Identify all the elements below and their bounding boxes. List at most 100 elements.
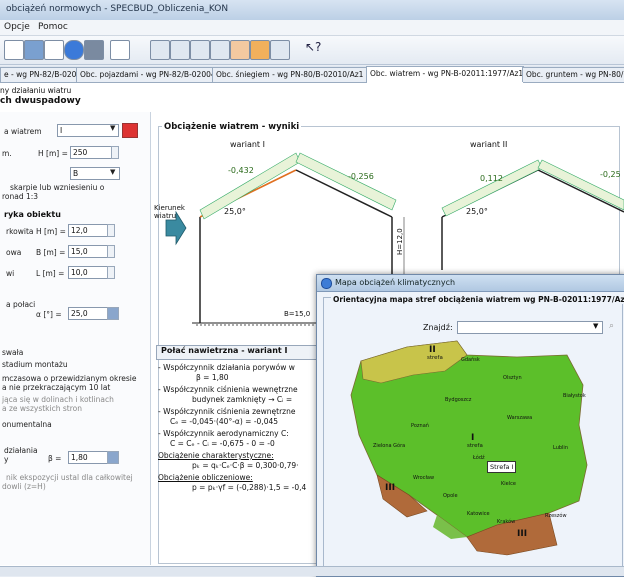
roof-heading: ch dwuspadowy — [0, 96, 81, 106]
b-prefix: owa — [6, 248, 22, 257]
save-icon[interactable] — [44, 40, 64, 60]
cond-5[interactable]: jąca się w dolinach i kotlinach — [2, 395, 114, 404]
zone-II-strefa: strefa — [427, 355, 443, 361]
height-label: H [m] = — [38, 149, 68, 158]
v1-right-coef: -0,256 — [348, 172, 374, 181]
zone-tooltip: Strefa I — [487, 461, 517, 473]
beta-prefix-2: y — [4, 455, 9, 464]
slope-text-1: skarpie lub wzniesieniu o — [10, 183, 105, 192]
alpha-label: α [°] = — [36, 310, 62, 319]
zone-II-label: II — [429, 345, 436, 355]
tab-strip: e - wg PN-82/B-02003 Obc. pojazdami - wg… — [0, 66, 624, 83]
zone-III-label-south: III — [517, 529, 528, 539]
chevron-down-icon[interactable]: ▼ — [110, 168, 115, 176]
tool-4-icon[interactable] — [210, 40, 230, 60]
wind-dir-1: Kierunek — [154, 204, 185, 212]
tool-3-icon[interactable] — [190, 40, 210, 60]
calc-line-3: - Współczynnik ciśnienia wewnętrzne — [158, 385, 298, 394]
tab-wind[interactable]: Obc. wiatrem - wg PN-B-02011:1977/Az1 — [366, 66, 524, 83]
slope-text-2: ronad 1:3 — [2, 192, 39, 201]
city-label: Kraków — [497, 519, 516, 525]
alpha-picker-icon[interactable] — [107, 307, 119, 320]
calc-line-6: Cₑ = -0,045·(40°-α) = -0,045 — [170, 417, 279, 426]
beta-note-1: nik ekspozycji ustal dla całkowitej — [6, 473, 133, 482]
v2-right-coef: -0,25 — [600, 170, 621, 179]
v2-left-coef: 0,112 — [480, 174, 503, 183]
tool-7-icon[interactable] — [270, 40, 290, 60]
b-label: B [m] = — [36, 248, 66, 257]
calc-line-9: Obciążenie charakterystyczne: — [158, 451, 274, 460]
new-icon[interactable] — [4, 40, 24, 60]
geometry-heading: ryka obiektu — [4, 210, 61, 219]
cond-2[interactable]: stadium montażu — [2, 360, 68, 369]
tab-soil[interactable]: Obc. gruntem - wg PN-80/B-0 — [522, 67, 624, 82]
h-input[interactable]: 12,0 — [68, 224, 108, 237]
calc-line-5: - Współczynnik ciśnienia zewnętrzne — [158, 407, 296, 416]
b-input[interactable]: 15,0 — [68, 245, 108, 258]
calc-line-4: budynek zamknięty → Cᵢ = — [192, 395, 293, 404]
tool-6-icon[interactable] — [250, 40, 270, 60]
h-label: H [m] = — [36, 227, 66, 236]
beta-picker-icon[interactable] — [107, 451, 119, 464]
cond-1[interactable]: swała — [2, 348, 23, 357]
cond-7[interactable]: onumentalna — [2, 420, 52, 429]
city-label: Olsztyn — [503, 375, 522, 381]
calc-line-2: β = 1,80 — [196, 373, 229, 382]
h-stepper[interactable] — [107, 224, 115, 237]
l-input[interactable]: 10,0 — [68, 266, 108, 279]
tool-2-icon[interactable] — [170, 40, 190, 60]
tool-1-icon[interactable] — [150, 40, 170, 60]
beta-input[interactable]: 1,80 — [68, 451, 108, 464]
alpha-input[interactable]: 25,0 — [68, 307, 108, 320]
left-panel: a wiatrem I ▼ m. H [m] = 250 B ▼ skarpie… — [0, 112, 151, 565]
height-stepper[interactable] — [111, 146, 119, 159]
l-stepper[interactable] — [107, 266, 115, 279]
city-label: Poznań — [411, 423, 429, 429]
height-input[interactable]: 250 — [70, 146, 112, 159]
open-icon[interactable] — [24, 40, 44, 60]
cond-6: a ze wszystkich stron — [2, 404, 82, 413]
menu-help[interactable]: Pomoc — [38, 22, 68, 32]
zone-I-label: I — [471, 433, 475, 443]
copy-icon[interactable] — [110, 40, 130, 60]
zone-III-label-west: III — [385, 483, 396, 493]
beta-prefix-1: działania — [4, 446, 38, 455]
city-label: Warszawa — [507, 415, 533, 421]
context-help-icon[interactable]: ↖? — [305, 40, 323, 58]
l-prefix: wi — [6, 269, 15, 278]
city-label: Opole — [443, 493, 458, 499]
wind-dir-2: wiatru — [154, 212, 177, 220]
tab-vehicles[interactable]: Obc. pojazdami - wg PN-82/B-02004 — [76, 67, 214, 82]
calc-line-7: - Współczynnik aerodynamiczny C: — [158, 429, 289, 438]
calc-line-12: p = pₖ·γf = (-0,288)·1,5 = -0,4 — [192, 483, 307, 492]
city-label: Wrocław — [413, 475, 435, 481]
angle-1: 25,0° — [224, 207, 246, 216]
height-prefix: m. — [2, 149, 12, 158]
alpha-prefix: a połaci — [6, 300, 36, 309]
city-label: Lublin — [553, 445, 568, 451]
tab-wg82-02003[interactable]: e - wg PN-82/B-02003 — [0, 67, 78, 82]
beta-note-2: dowli (z=H) — [2, 482, 46, 491]
calc-line-10: pₖ = qₖ·Cₑ·C·β = 0,300·0,79· — [192, 461, 299, 470]
b-stepper[interactable] — [107, 245, 115, 258]
menu-options[interactable]: Opcje — [4, 22, 30, 32]
chevron-down-icon[interactable]: ▼ — [110, 124, 115, 132]
zone-label: a wiatrem — [4, 127, 42, 136]
toolbar: ↖? — [0, 36, 624, 65]
calc-line-8: C = Cₑ - Cᵢ = -0,675 - 0 = -0 — [170, 439, 275, 448]
tab-snow[interactable]: Obc. śniegiem - wg PN-80/B-02010/Az1 — [212, 67, 370, 82]
window-title: obciążeń normowych - SPECBUD_Obliczenia_… — [6, 4, 229, 14]
tool-5-icon[interactable] — [230, 40, 250, 60]
title-bar: obciążeń normowych - SPECBUD_Obliczenia_… — [0, 0, 624, 21]
city-label: Rzeszów — [545, 513, 567, 519]
exit-icon[interactable] — [84, 40, 104, 60]
b-dimension: B=15,0 — [284, 310, 311, 318]
partial-top-text: ny działaniu wiatru — [0, 86, 72, 95]
city-label: Kielce — [501, 481, 516, 487]
h-dimension: H=12,0 — [396, 228, 404, 255]
zone-I-strefa: strefa — [467, 443, 483, 449]
map-icon[interactable] — [122, 123, 138, 138]
cond-3[interactable]: mczasowa o przewidzianym okresie — [2, 374, 137, 383]
beta-label: β = — [48, 454, 62, 463]
help-icon[interactable] — [64, 40, 84, 60]
